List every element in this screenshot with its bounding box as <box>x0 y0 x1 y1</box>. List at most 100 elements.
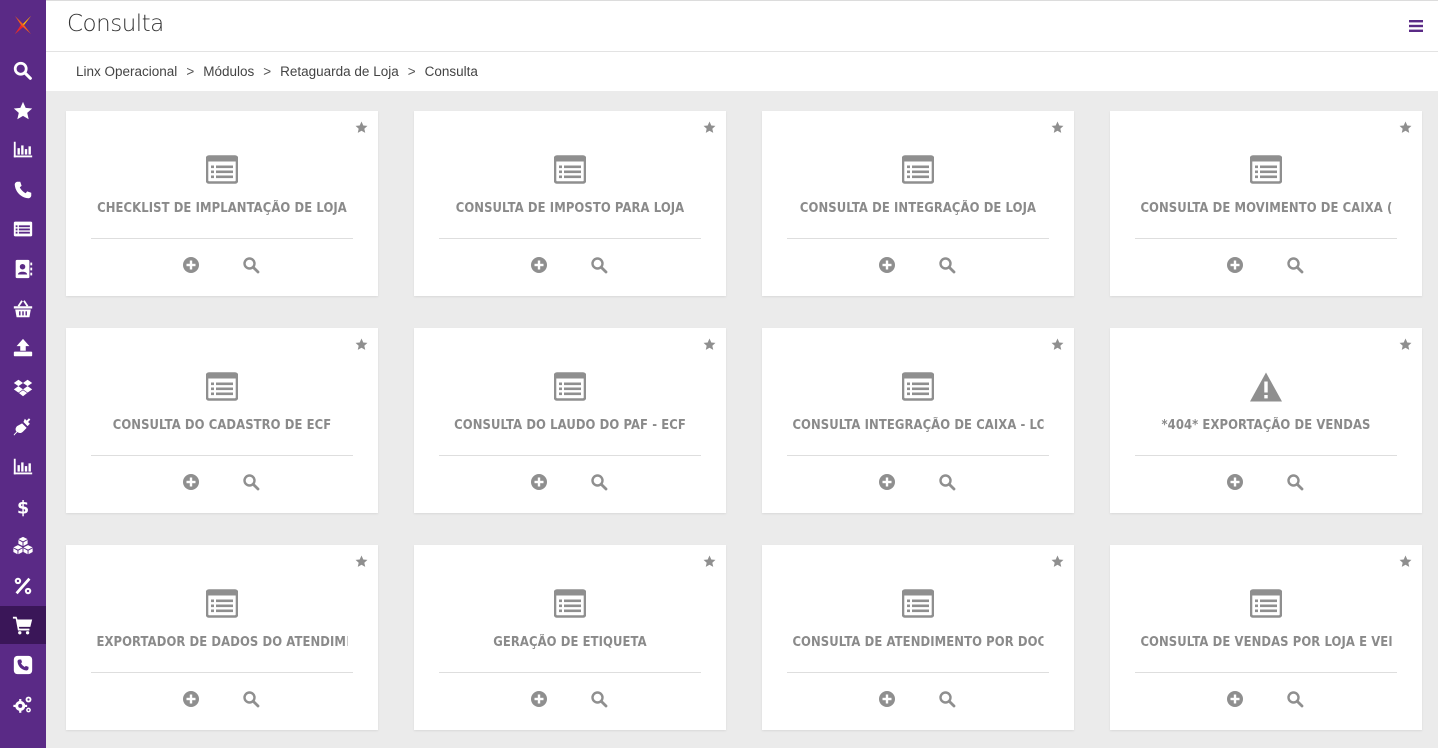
search-icon[interactable] <box>1286 256 1304 274</box>
card-divider <box>439 238 701 239</box>
add-circle-icon[interactable] <box>530 256 548 274</box>
breadcrumb-separator: > <box>263 64 272 79</box>
sidebar-item-bar-chart[interactable] <box>0 131 46 169</box>
sidebar-item-dollar[interactable]: $ <box>0 488 46 526</box>
favorite-star-icon[interactable] <box>1051 555 1064 568</box>
favorite-star-icon[interactable] <box>355 338 368 351</box>
sidebar: $ <box>0 0 46 748</box>
sidebar-item-search[interactable] <box>0 52 46 90</box>
sidebar-item-cogs[interactable] <box>0 686 46 724</box>
card-divider <box>1135 238 1397 239</box>
module-card[interactable]: CONSULTA DE VENDAS POR LOJA E VENDED... <box>1110 545 1422 730</box>
module-card[interactable]: CONSULTA DE ATENDIMENTO POR DOCUMEN... <box>762 545 1074 730</box>
favorite-star-icon[interactable] <box>1399 338 1412 351</box>
bar-chart-icon <box>13 141 33 158</box>
module-card[interactable]: GERAÇÃO DE ETIQUETA <box>414 545 726 730</box>
sidebar-item-dropbox[interactable] <box>0 369 46 407</box>
page-title: Consulta <box>67 11 164 37</box>
module-card[interactable]: *404* EXPORTAÇÃO DE VENDAS <box>1110 328 1422 513</box>
sidebar-item-percent[interactable] <box>0 567 46 605</box>
add-circle-icon[interactable] <box>530 690 548 708</box>
search-icon[interactable] <box>938 473 956 491</box>
module-list-icon <box>206 155 238 184</box>
search-icon[interactable] <box>242 690 260 708</box>
search-icon[interactable] <box>242 473 260 491</box>
module-card[interactable]: CONSULTA DO CADASTRO DE ECF <box>66 328 378 513</box>
module-card[interactable]: CONSULTA DE IMPOSTO PARA LOJA <box>414 111 726 296</box>
module-title[interactable]: CONSULTA DO CADASTRO DE ECF <box>96 417 347 433</box>
phone-square-icon <box>13 655 33 675</box>
module-card[interactable]: CONSULTA DE MOVIMENTO DE CAIXA (LOJA) <box>1110 111 1422 296</box>
search-icon[interactable] <box>1286 690 1304 708</box>
sidebar-item-phone-square[interactable] <box>0 646 46 684</box>
search-icon[interactable] <box>590 473 608 491</box>
cogs-icon <box>13 696 32 713</box>
add-circle-icon[interactable] <box>182 473 200 491</box>
add-circle-icon[interactable] <box>1226 473 1244 491</box>
sidebar-item-upload[interactable] <box>0 329 46 367</box>
add-circle-icon[interactable] <box>878 256 896 274</box>
module-title[interactable]: *404* EXPORTAÇÃO DE VENDAS <box>1140 417 1391 433</box>
module-card[interactable]: CONSULTA DO LAUDO DO PAF - ECF <box>414 328 726 513</box>
sidebar-item-cubes[interactable] <box>0 527 46 565</box>
add-circle-icon[interactable] <box>182 690 200 708</box>
card-divider <box>439 455 701 456</box>
breadcrumb-item-modulos[interactable]: Módulos <box>203 64 254 79</box>
sidebar-item-cart[interactable] <box>0 606 46 645</box>
search-icon[interactable] <box>590 256 608 274</box>
favorite-star-icon[interactable] <box>1399 121 1412 134</box>
sidebar-item-bar-chart[interactable] <box>0 448 46 486</box>
module-card[interactable]: CHECKLIST DE IMPLANTAÇÃO DE LOJA <box>66 111 378 296</box>
breadcrumb-item-retaguarda-de-loja[interactable]: Retaguarda de Loja <box>280 64 399 79</box>
module-list-icon <box>206 589 238 618</box>
favorite-star-icon[interactable] <box>1051 338 1064 351</box>
breadcrumb-item-consulta[interactable]: Consulta <box>425 64 478 79</box>
add-circle-icon[interactable] <box>1226 256 1244 274</box>
module-title[interactable]: CONSULTA DE INTEGRAÇÃO DE LOJA <box>792 200 1043 216</box>
sidebar-item-list[interactable] <box>0 210 46 248</box>
module-list-icon <box>554 155 586 184</box>
favorite-star-icon[interactable] <box>1051 121 1064 134</box>
add-circle-icon[interactable] <box>530 473 548 491</box>
favorite-star-icon[interactable] <box>355 121 368 134</box>
module-title[interactable]: CONSULTA DO LAUDO DO PAF - ECF <box>444 417 695 433</box>
favorite-star-icon[interactable] <box>703 338 716 351</box>
module-title[interactable]: CONSULTA DE IMPOSTO PARA LOJA <box>444 200 695 216</box>
linx-logo[interactable] <box>0 0 46 50</box>
breadcrumb-item-linx-operacional[interactable]: Linx Operacional <box>76 64 177 79</box>
module-card[interactable]: CONSULTA DE INTEGRAÇÃO DE LOJA <box>762 111 1074 296</box>
module-list-icon <box>902 155 934 184</box>
add-circle-icon[interactable] <box>1226 690 1244 708</box>
add-circle-icon[interactable] <box>182 256 200 274</box>
module-title[interactable]: CONSULTA INTEGRAÇÃO DE CAIXA - LOJA <box>792 417 1043 433</box>
favorite-star-icon[interactable] <box>355 555 368 568</box>
sidebar-item-contacts[interactable] <box>0 250 46 288</box>
module-title[interactable]: EXPORTADOR DE DADOS DO ATENDIMENTO <box>96 634 347 650</box>
add-circle-icon[interactable] <box>878 473 896 491</box>
module-title[interactable]: CONSULTA DE ATENDIMENTO POR DOCUMEN... <box>792 634 1043 650</box>
search-icon[interactable] <box>590 690 608 708</box>
favorite-star-icon[interactable] <box>1399 555 1412 568</box>
module-title[interactable]: CONSULTA DE VENDAS POR LOJA E VENDED... <box>1140 634 1391 650</box>
module-card[interactable]: EXPORTADOR DE DADOS DO ATENDIMENTO <box>66 545 378 730</box>
add-circle-icon[interactable] <box>878 690 896 708</box>
sidebar-item-star[interactable] <box>0 92 46 130</box>
sidebar-item-phone[interactable] <box>0 171 46 209</box>
favorite-star-icon[interactable] <box>703 555 716 568</box>
module-card[interactable]: CONSULTA INTEGRAÇÃO DE CAIXA - LOJA <box>762 328 1074 513</box>
module-title[interactable]: GERAÇÃO DE ETIQUETA <box>444 634 695 650</box>
module-title[interactable]: CONSULTA DE MOVIMENTO DE CAIXA (LOJA) <box>1140 200 1391 216</box>
sidebar-item-basket[interactable] <box>0 290 46 328</box>
search-icon[interactable] <box>242 256 260 274</box>
dollar-icon: $ <box>17 498 29 518</box>
card-divider <box>439 672 701 673</box>
module-title[interactable]: CHECKLIST DE IMPLANTAÇÃO DE LOJA <box>96 200 347 216</box>
search-icon[interactable] <box>938 690 956 708</box>
hamburger-menu-icon[interactable] <box>1408 18 1424 34</box>
favorite-star-icon[interactable] <box>703 121 716 134</box>
search-icon[interactable] <box>938 256 956 274</box>
star-icon <box>13 101 33 119</box>
sidebar-item-plug[interactable] <box>0 408 46 446</box>
search-icon[interactable] <box>1286 473 1304 491</box>
module-list-icon <box>1250 155 1282 184</box>
